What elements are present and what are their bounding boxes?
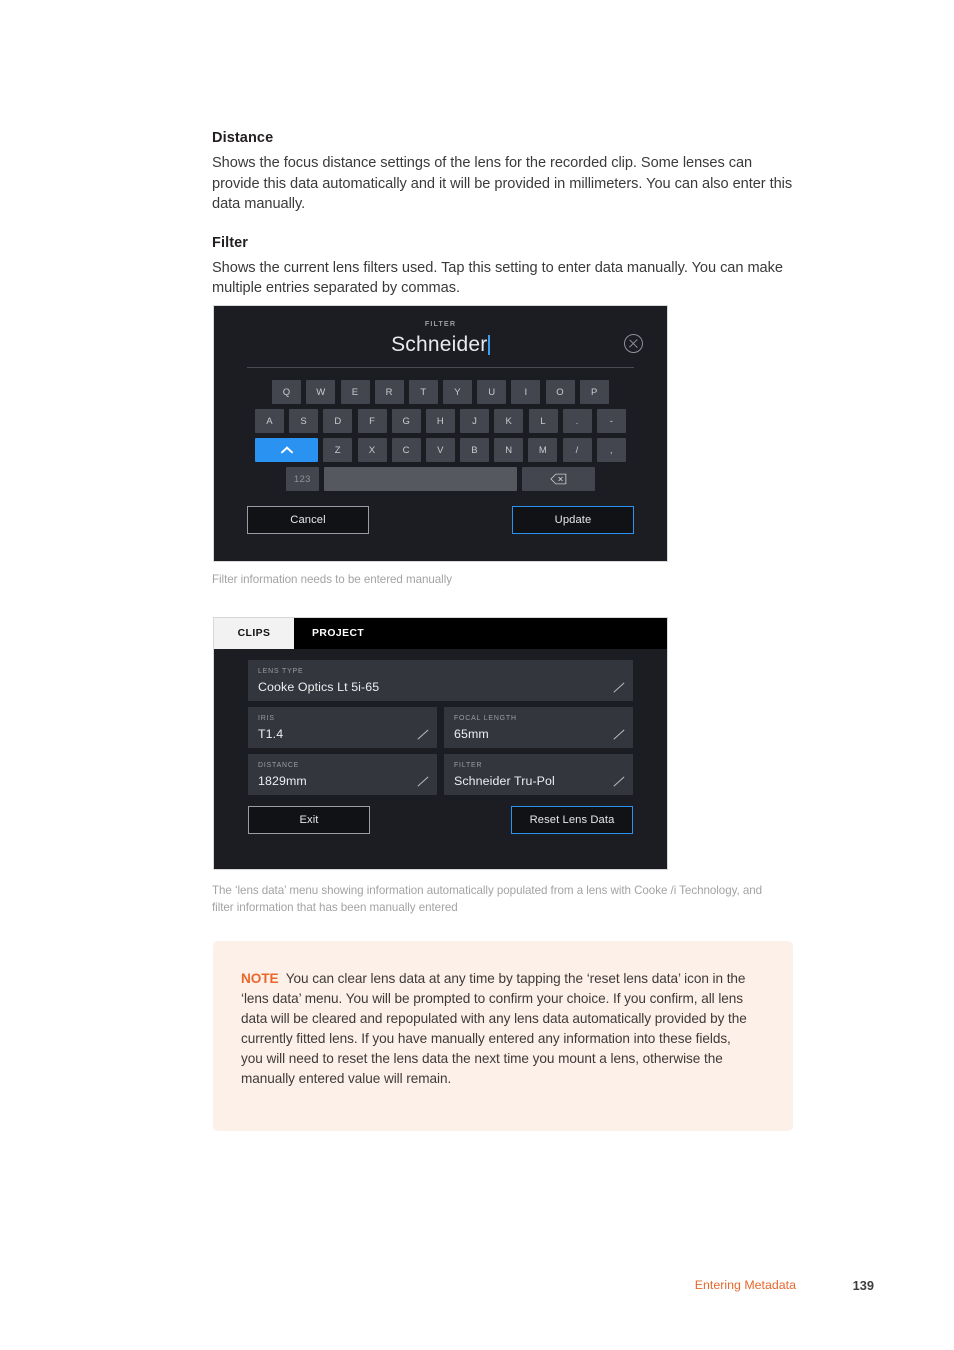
edit-pencil-icon[interactable]: [612, 728, 625, 741]
field-label: LENS TYPE: [258, 668, 304, 675]
numeric-key[interactable]: 123: [285, 467, 319, 491]
field-iris[interactable]: IRIS T1.4: [248, 707, 437, 748]
key-g[interactable]: G: [391, 409, 421, 433]
field-value: T1.4: [258, 727, 284, 741]
footer-section-name: Entering Metadata: [694, 1278, 796, 1292]
exit-button[interactable]: Exit: [248, 806, 370, 834]
on-screen-keyboard: QWERTYUIOP ASDFGHJKL.- Z X C V B N M /, 123: [214, 368, 667, 491]
key-p[interactable]: P: [579, 380, 609, 404]
close-circle-icon[interactable]: [624, 334, 643, 353]
tab-project[interactable]: PROJECT: [294, 618, 382, 649]
key-k[interactable]: K: [494, 409, 524, 433]
key-sym[interactable]: -: [596, 409, 626, 433]
key-f[interactable]: F: [357, 409, 387, 433]
key-q[interactable]: Q: [272, 380, 302, 404]
field-value: Schneider Tru-Pol: [454, 774, 555, 788]
update-button[interactable]: Update: [512, 506, 634, 534]
dialog-actions: Cancel Update: [214, 496, 667, 534]
note-body: You can clear lens data at any time by t…: [241, 971, 747, 1086]
key-c[interactable]: C: [391, 438, 421, 462]
field-value: 1829mm: [258, 774, 307, 788]
field-label: FOCAL LENGTH: [454, 715, 517, 722]
figure-caption-1: Filter information needs to be entered m…: [212, 573, 452, 586]
field-row-2: DISTANCE 1829mm FILTER Schneider Tru-Pol: [248, 754, 633, 801]
backspace-icon: [550, 473, 567, 485]
filter-entry-dialog: FILTER Schneider QWERTYUIOP ASDFGHJKL.- …: [213, 305, 668, 562]
key-sym[interactable]: ,: [596, 438, 626, 462]
section-body-filter: Shows the current lens filters used. Tap…: [212, 259, 783, 297]
lens-fields: LENS TYPE Cooke Optics Lt 5i-65 IRIS T1.…: [214, 649, 667, 801]
key-h[interactable]: H: [426, 409, 455, 433]
key-l[interactable]: L: [528, 409, 558, 433]
edit-pencil-icon[interactable]: [612, 775, 625, 788]
field-label: IRIS: [258, 715, 275, 722]
filter-text-input[interactable]: Schneider: [391, 330, 487, 360]
key-x[interactable]: X: [357, 438, 387, 462]
dialog-title: FILTER: [424, 319, 457, 328]
note-text: NOTE You can clear lens data at any time…: [241, 969, 755, 1089]
key-sym[interactable]: .: [562, 409, 592, 433]
keyboard-row-2: ASDFGHJKL.-: [214, 409, 667, 433]
footer-page-number: 139: [852, 1278, 874, 1293]
field-label: FILTER: [454, 762, 483, 769]
section-body-distance: Shows the focus distance settings of the…: [212, 155, 793, 212]
note-label: NOTE: [241, 971, 279, 986]
edit-pencil-icon[interactable]: [612, 681, 625, 694]
shift-up-icon: [281, 444, 293, 456]
keyboard-row-1: QWERTYUIOP: [214, 380, 667, 404]
section-heading-distance: Distance: [212, 130, 274, 146]
cancel-button[interactable]: Cancel: [247, 506, 369, 534]
key-n[interactable]: N: [494, 438, 524, 462]
dialog-value-row: Schneider: [214, 330, 667, 360]
note-callout: NOTE You can clear lens data at any time…: [213, 941, 793, 1131]
tab-clips[interactable]: CLIPS: [214, 618, 294, 649]
key-e[interactable]: E: [340, 380, 370, 404]
edit-pencil-icon[interactable]: [416, 775, 429, 788]
key-b[interactable]: B: [460, 438, 490, 462]
key-r[interactable]: R: [374, 380, 404, 404]
key-s[interactable]: S: [289, 409, 319, 433]
body-content: Distance Shows the focus distance settin…: [212, 130, 812, 299]
field-distance[interactable]: DISTANCE 1829mm: [248, 754, 437, 795]
keyboard-row-3: Z X C V B N M /,: [214, 438, 667, 462]
key-u[interactable]: U: [477, 380, 507, 404]
field-value: Cooke Optics Lt 5i-65: [258, 680, 380, 694]
lens-panel-actions: Exit Reset Lens Data: [214, 801, 667, 834]
key-z[interactable]: Z: [323, 438, 353, 462]
key-i[interactable]: I: [511, 380, 541, 404]
edit-pencil-icon[interactable]: [416, 728, 429, 741]
lens-data-panel: CLIPS PROJECT LENS TYPE Cooke Optics Lt …: [213, 617, 668, 870]
field-filter[interactable]: FILTER Schneider Tru-Pol: [444, 754, 633, 795]
panel-tabs: CLIPS PROJECT: [214, 618, 667, 649]
keyboard-row-4: 123: [214, 467, 667, 491]
key-y[interactable]: Y: [443, 380, 473, 404]
text-caret: [488, 335, 490, 355]
key-o[interactable]: O: [545, 380, 575, 404]
space-key[interactable]: [324, 467, 517, 491]
key-t[interactable]: T: [408, 380, 438, 404]
field-label: DISTANCE: [258, 762, 300, 769]
field-lens-type[interactable]: LENS TYPE Cooke Optics Lt 5i-65: [248, 660, 633, 701]
figure-caption-2: The ‘lens data’ menu showing information…: [212, 884, 763, 914]
key-a[interactable]: A: [255, 409, 285, 433]
section-heading-filter: Filter: [212, 234, 249, 251]
key-j[interactable]: J: [460, 409, 490, 433]
field-row-1: IRIS T1.4 FOCAL LENGTH 65mm: [248, 707, 633, 754]
key-m[interactable]: M: [528, 438, 558, 462]
key-d[interactable]: D: [323, 409, 353, 433]
key-w[interactable]: W: [306, 380, 336, 404]
backspace-key[interactable]: [522, 467, 596, 491]
field-focal-length[interactable]: FOCAL LENGTH 65mm: [444, 707, 633, 748]
manual-page: Distance Shows the focus distance settin…: [0, 0, 954, 1350]
reset-lens-data-button[interactable]: Reset Lens Data: [511, 806, 633, 834]
shift-key[interactable]: [255, 438, 319, 462]
key-v[interactable]: V: [425, 438, 455, 462]
field-value: 65mm: [454, 727, 489, 741]
key-sym[interactable]: /: [562, 438, 592, 462]
